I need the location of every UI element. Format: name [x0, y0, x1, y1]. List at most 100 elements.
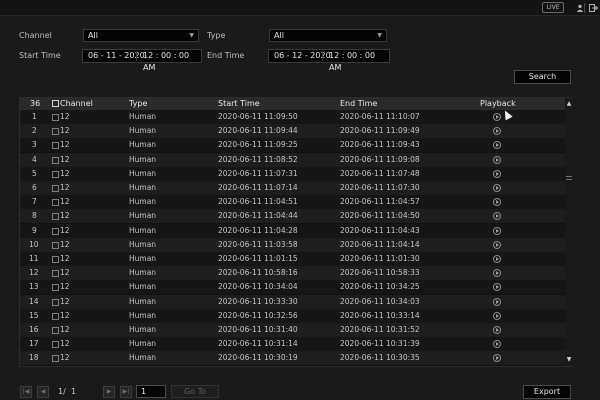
row-checkbox[interactable] [52, 227, 59, 235]
scroll-down-icon[interactable]: ▼ [565, 356, 573, 364]
last-page-button[interactable]: ▶| [120, 386, 132, 398]
go-to-button[interactable]: Go To [171, 385, 219, 398]
table-row[interactable]: 5 12 Human 2020-06-11 11:07:31 2020-06-11 11… [20, 166, 565, 181]
table-row[interactable]: 11 12 Human 2020-06-11 11:01:15 2020-06-11 1… [20, 252, 565, 266]
start-time-field[interactable]: 06 - 11 - 2020 12 : 00 : 00 AM [82, 49, 202, 72]
play-icon[interactable] [493, 311, 501, 320]
live-button[interactable]: LIVE [542, 2, 564, 13]
table-row[interactable]: 6 12 Human 2020-06-11 11:07:14 2020-06-11 11… [20, 181, 565, 195]
header-playback[interactable]: Playback [480, 98, 516, 110]
scroll-up-icon[interactable]: ▲ [565, 100, 573, 108]
row-channel: 12 [60, 325, 70, 334]
row-number: 9 [32, 225, 37, 235]
first-page-button[interactable]: |◀ [20, 386, 32, 398]
play-icon[interactable] [493, 198, 501, 207]
play-icon[interactable] [493, 155, 501, 164]
play-icon[interactable] [493, 141, 501, 150]
row-end-time: 2020-06-11 10:58:33 [340, 268, 420, 278]
row-number: 3 [32, 140, 37, 150]
play-icon[interactable] [493, 269, 501, 278]
scroll-grip-icon[interactable] [566, 176, 572, 180]
row-checkbox[interactable] [52, 341, 59, 349]
table-row[interactable]: 18 12 Human 2020-06-11 10:30:19 2020-06-11 1… [20, 351, 565, 366]
row-start-time: 2020-06-11 10:31:40 [218, 325, 298, 334]
table-row[interactable]: 10 12 Human 2020-06-11 11:03:58 2020-06-11 1… [20, 237, 565, 252]
play-icon[interactable] [493, 184, 501, 192]
row-channel: 12 [60, 282, 70, 292]
row-start-time: 2020-06-11 11:09:44 [218, 126, 298, 136]
row-checkbox[interactable] [52, 213, 59, 221]
row-number: 11 [29, 254, 39, 263]
row-checkbox[interactable] [52, 142, 59, 150]
row-checkbox[interactable] [52, 241, 59, 249]
table-row[interactable]: 12 12 Human 2020-06-11 10:58:16 2020-06-11 1… [20, 266, 565, 281]
table-row[interactable]: 9 12 Human 2020-06-11 11:04:28 2020-06-11 11… [20, 223, 565, 238]
play-icon[interactable] [493, 212, 501, 221]
row-checkbox[interactable] [52, 298, 59, 306]
row-checkbox[interactable] [52, 355, 59, 363]
export-button[interactable]: Export [523, 385, 571, 399]
row-checkbox[interactable] [52, 284, 59, 292]
table-row[interactable]: 16 12 Human 2020-06-11 10:31:40 2020-06-11 1… [20, 323, 565, 337]
logout-icon[interactable] [587, 2, 599, 14]
row-number: 12 [29, 268, 39, 278]
header-start-time[interactable]: Start Time [218, 98, 260, 110]
play-icon[interactable] [493, 283, 501, 292]
row-type: Human [129, 183, 157, 192]
table-row[interactable]: 17 12 Human 2020-06-11 10:31:14 2020-06-11 1… [20, 337, 565, 352]
play-icon[interactable] [493, 297, 501, 306]
play-icon[interactable] [493, 113, 501, 121]
table-row[interactable]: 8 12 Human 2020-06-11 11:04:44 2020-06-11 11… [20, 209, 565, 224]
channel-select[interactable]: All ▼ [83, 29, 199, 42]
table-row[interactable]: 13 12 Human 2020-06-11 10:34:04 2020-06-11 1… [20, 280, 565, 295]
header-channel[interactable]: Channel [60, 98, 93, 110]
page-number-input[interactable]: 1 [136, 385, 166, 398]
next-page-button[interactable]: ▶ [103, 386, 115, 398]
row-start-time: 2020-06-11 11:03:58 [218, 239, 298, 249]
play-icon[interactable] [493, 340, 501, 349]
end-time-field[interactable]: 06 - 12 - 2020 12 : 00 : 00 AM [268, 49, 390, 72]
search-button[interactable]: Search [514, 70, 571, 84]
row-checkbox[interactable] [52, 114, 59, 121]
table-row[interactable]: 7 12 Human 2020-06-11 11:04:51 2020-06-11 11… [20, 195, 565, 210]
row-channel: 12 [60, 254, 70, 263]
result-count: 36 [30, 99, 41, 108]
table-row[interactable]: 2 12 Human 2020-06-11 11:09:44 2020-06-11 11… [20, 124, 565, 139]
row-checkbox[interactable] [52, 128, 59, 136]
prev-page-button[interactable]: ◀ [37, 386, 49, 398]
scrollbar[interactable]: ▲ ▼ [565, 98, 573, 366]
play-icon[interactable] [493, 326, 501, 334]
row-type: Human [129, 140, 157, 150]
chevron-down-icon: ▼ [377, 32, 382, 39]
play-icon[interactable] [493, 354, 501, 363]
row-checkbox[interactable] [52, 312, 59, 320]
results-table: 36 Channel Type Start Time End Time Play… [19, 97, 573, 367]
row-checkbox[interactable] [52, 156, 59, 164]
field-divider [136, 51, 137, 61]
row-start-time: 2020-06-11 10:33:30 [218, 296, 298, 306]
header-end-time[interactable]: End Time [340, 98, 377, 110]
play-icon[interactable] [493, 169, 501, 178]
row-checkbox[interactable] [52, 199, 59, 207]
table-row[interactable]: 1 12 Human 2020-06-11 11:09:50 2020-06-11 11… [20, 110, 565, 124]
row-type: Human [129, 339, 157, 349]
table-row[interactable]: 3 12 Human 2020-06-11 11:09:25 2020-06-11 11… [20, 138, 565, 153]
row-checkbox[interactable] [52, 185, 59, 192]
header-type[interactable]: Type [129, 98, 147, 110]
row-checkbox[interactable] [52, 270, 59, 278]
play-icon[interactable] [493, 240, 501, 249]
row-checkbox[interactable] [52, 256, 59, 263]
row-start-time: 2020-06-11 11:09:25 [218, 140, 298, 150]
play-icon[interactable] [493, 127, 501, 136]
row-checkbox[interactable] [52, 327, 59, 334]
table-row[interactable]: 14 12 Human 2020-06-11 10:33:30 2020-06-11 1… [20, 294, 565, 309]
table-row[interactable]: 15 12 Human 2020-06-11 10:32:56 2020-06-11 1… [20, 308, 565, 323]
select-all-checkbox[interactable] [52, 100, 59, 107]
table-row[interactable]: 4 12 Human 2020-06-11 11:08:52 2020-06-11 11… [20, 152, 565, 167]
row-end-time: 2020-06-11 11:04:57 [340, 197, 420, 207]
row-checkbox[interactable] [52, 170, 59, 178]
type-select[interactable]: All ▼ [269, 29, 387, 42]
play-icon[interactable] [493, 255, 501, 263]
play-icon[interactable] [493, 226, 501, 235]
row-type: Human [129, 154, 157, 164]
